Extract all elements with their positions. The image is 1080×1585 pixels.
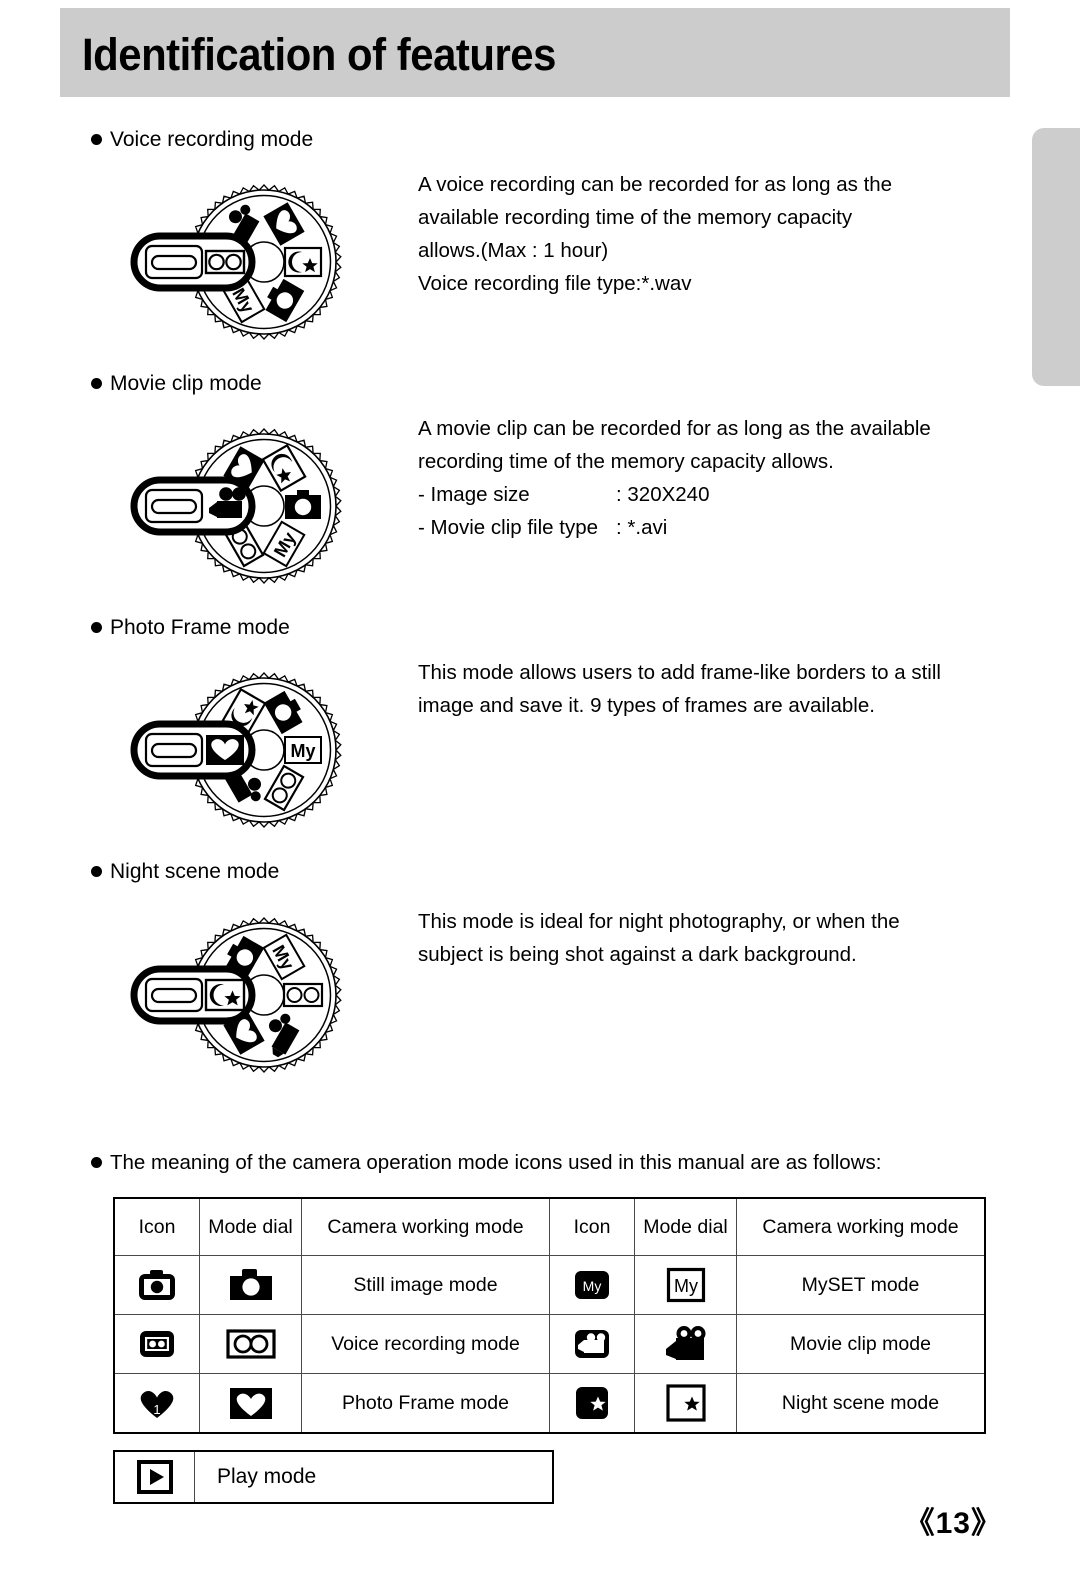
play-mode-icon-cell (115, 1452, 195, 1502)
mode-dial-night-scene: My (112, 905, 362, 1085)
col-header-dial-right: Mode dial (634, 1197, 737, 1256)
dial-movie-clip (634, 1314, 737, 1374)
night-scene-dial-icon (665, 1384, 706, 1422)
svg-text:1: 1 (153, 1402, 160, 1417)
body-line: This mode is ideal for night photography… (418, 910, 900, 933)
body-line: subject is being shot against a dark bac… (418, 943, 857, 966)
myset-icon: My (575, 1271, 609, 1299)
table-header-row: Icon Mode dial Camera working mode Icon … (113, 1197, 986, 1256)
photo-frame-dial-icon (229, 1388, 272, 1419)
body-line: available recording time of the memory c… (418, 206, 853, 229)
photo-frame-icon: 1 (140, 1391, 174, 1418)
bullet-icon (91, 134, 102, 145)
mode-label-still-image: Still image mode (301, 1255, 550, 1315)
body-line: This mode allows users to add frame-like… (418, 661, 941, 684)
dial-night-scene (634, 1373, 737, 1434)
table-row: Voice recording mode Movie clip mode (113, 1314, 986, 1374)
spec-value: : 320X240 (616, 483, 710, 506)
section-body-photo-frame: This mode allows users to add frame-like… (418, 656, 941, 722)
movie-clip-dial-icon (665, 1326, 705, 1360)
spec-key: - Image size (418, 483, 530, 506)
mode-dial-illustration: My (130, 428, 342, 584)
still-image-dial-icon (229, 1269, 272, 1300)
svg-text:My: My (583, 1278, 602, 1294)
section-heading-label: Photo Frame mode (110, 616, 290, 639)
mode-dial-photo-frame: My (112, 660, 362, 840)
col-header-dial-left: Mode dial (199, 1197, 302, 1256)
section-heading-label: Night scene mode (110, 860, 280, 883)
body-line: A movie clip can be recorded for as long… (418, 417, 931, 440)
night-scene-icon (576, 1387, 608, 1419)
bullet-icon (91, 1157, 102, 1168)
spec-value: : *.avi (616, 516, 668, 539)
col-header-mode-right: Camera working mode (736, 1197, 986, 1256)
body-line: allows.(Max : 1 hour) (418, 239, 609, 262)
play-icon (136, 1460, 173, 1494)
body-line: recording time of the memory capacity al… (418, 450, 834, 473)
body-line: image and save it. 9 types of frames are… (418, 694, 875, 717)
mode-label-movie-clip: Movie clip mode (736, 1314, 986, 1374)
mode-dial-illustration: My (130, 184, 342, 340)
section-heading-night-scene: Night scene mode (91, 860, 279, 884)
still-image-icon (139, 1270, 175, 1300)
mode-dial-movie-clip: My (112, 416, 362, 596)
dial-voice-recording (199, 1314, 302, 1374)
section-body-movie-clip: A movie clip can be recorded for as long… (418, 412, 931, 544)
svg-text:My: My (290, 741, 315, 761)
play-mode-row: Play mode (113, 1450, 554, 1504)
section-heading-label: Movie clip mode (110, 372, 262, 395)
mode-dial-illustration: My (130, 917, 342, 1073)
mode-label-voice-recording: Voice recording mode (301, 1314, 550, 1374)
mode-label-photo-frame: Photo Frame mode (301, 1373, 550, 1434)
body-line: Voice recording file type:*.wav (418, 272, 692, 295)
section-body-voice-recording: A voice recording can be recorded for as… (418, 168, 892, 300)
dial-myset: My (634, 1255, 737, 1315)
icon-night-scene-rounded (549, 1373, 635, 1434)
section-heading-voice-recording: Voice recording mode (91, 128, 313, 152)
dial-still-image (199, 1255, 302, 1315)
movie-clip-icon (575, 1330, 609, 1358)
section-edge-tab (1032, 128, 1080, 386)
legend-intro: The meaning of the camera operation mode… (91, 1150, 881, 1176)
mode-dial-voice-recording: My (112, 172, 362, 352)
dial-photo-frame (199, 1373, 302, 1434)
section-heading-photo-frame: Photo Frame mode (91, 616, 290, 640)
myset-dial-icon: My (666, 1267, 705, 1303)
table-row: Still image mode My My MySET mode (113, 1255, 986, 1315)
table-row: 1 Photo Frame mode Night scene mode (113, 1373, 986, 1434)
spec-row-image-size: - Image size : 320X240 (418, 478, 931, 511)
section-heading-movie-clip: Movie clip mode (91, 372, 262, 396)
bullet-icon (91, 378, 102, 389)
section-body-night-scene: This mode is ideal for night photography… (418, 905, 900, 971)
legend-intro-label: The meaning of the camera operation mode… (110, 1151, 882, 1174)
svg-text:My: My (674, 1276, 698, 1296)
mode-label-night-scene: Night scene mode (736, 1373, 986, 1434)
icon-still-image-rounded (113, 1255, 200, 1315)
col-header-icon-left: Icon (113, 1197, 200, 1256)
play-mode-label: Play mode (217, 1465, 317, 1488)
icon-voice-recording-rounded (113, 1314, 200, 1374)
bullet-icon (91, 622, 102, 633)
col-header-mode-left: Camera working mode (301, 1197, 550, 1256)
icon-photo-frame-heart: 1 (113, 1373, 200, 1434)
page-title: Identification of features (82, 29, 556, 80)
col-header-icon-right: Icon (549, 1197, 635, 1256)
spec-row-file-type: - Movie clip file type : *.avi (418, 511, 931, 544)
voice-recording-icon (140, 1331, 174, 1357)
spec-key: - Movie clip file type (418, 516, 599, 539)
icon-myset-rounded: My (549, 1255, 635, 1315)
mode-dial-illustration: My (130, 672, 342, 828)
icon-movie-clip-rounded (549, 1314, 635, 1374)
mode-label-myset: MySET mode (736, 1255, 986, 1315)
page-number: 《13》 (904, 1507, 1002, 1540)
bullet-icon (91, 866, 102, 877)
voice-recording-dial-icon (225, 1329, 276, 1359)
section-heading-label: Voice recording mode (110, 128, 314, 151)
mode-icon-legend-table: Icon Mode dial Camera working mode Icon … (113, 1197, 986, 1434)
body-line: A voice recording can be recorded for as… (418, 173, 893, 196)
